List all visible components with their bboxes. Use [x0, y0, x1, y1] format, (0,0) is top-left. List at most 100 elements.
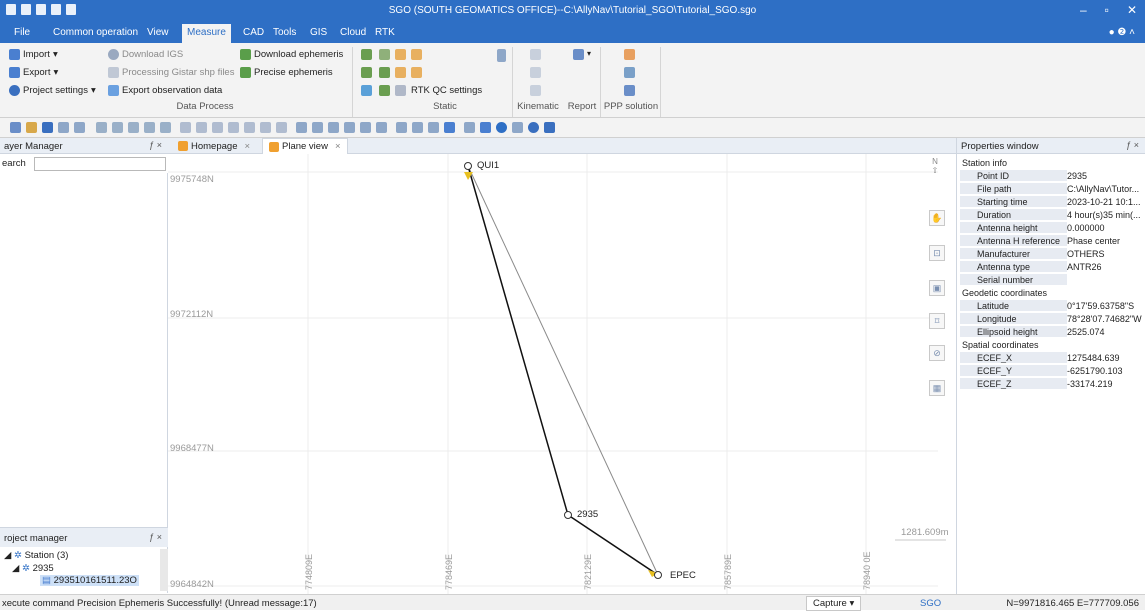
zoom-extent-icon[interactable] — [360, 122, 371, 133]
layer-icon[interactable] — [228, 122, 239, 133]
zoom-out-icon[interactable] — [328, 122, 339, 133]
pin-close-icon[interactable]: ƒ × — [149, 532, 162, 542]
menu-common-operation[interactable]: Common operation — [53, 27, 138, 38]
property-row[interactable]: Manufacturer OTHERS — [960, 248, 1145, 260]
settings-icon[interactable] — [528, 122, 539, 133]
layer-icon[interactable] — [212, 122, 223, 133]
project-settings-button[interactable]: Project settings ▾ — [9, 85, 96, 96]
frame-icon[interactable] — [376, 122, 387, 133]
static-tool-icon[interactable] — [411, 49, 422, 60]
export-icon[interactable] — [74, 122, 85, 133]
report-icon[interactable] — [573, 49, 584, 60]
view-icon[interactable] — [464, 122, 475, 133]
report-dropdown-icon[interactable]: ▾ — [587, 49, 591, 58]
tree-item-2935[interactable]: ◢ ✲ 2935 — [12, 563, 54, 574]
menu-cad[interactable]: CAD — [243, 27, 264, 38]
layer-icon[interactable] — [196, 122, 207, 133]
precise-ephemeris-button[interactable]: Precise ephemeris — [240, 67, 333, 78]
zoom-window-icon[interactable]: ⊡ — [929, 245, 945, 261]
static-tool-icon[interactable] — [411, 67, 422, 78]
static-tool-icon[interactable] — [379, 85, 390, 96]
help-icon[interactable]: ● ❷ ˄ — [1109, 27, 1135, 38]
baseline-qui1-2935[interactable] — [467, 165, 569, 516]
select-icon[interactable] — [96, 122, 107, 133]
minimize-button[interactable]: – — [1080, 3, 1087, 17]
tool-icon[interactable] — [128, 122, 139, 133]
frame-icon[interactable]: ⌑ — [929, 313, 945, 329]
layer-icon[interactable] — [260, 122, 271, 133]
download-ephemeris-button[interactable]: Download ephemeris — [240, 49, 343, 60]
property-row[interactable]: ECEF_Z -33174.219 — [960, 378, 1145, 390]
station-marker-qui1[interactable] — [464, 162, 472, 170]
export-button[interactable]: Export ▾ — [9, 67, 58, 78]
redo-icon[interactable] — [412, 122, 423, 133]
property-row[interactable]: Starting time 2023-10-21 10:1... — [960, 196, 1145, 208]
table-icon[interactable] — [512, 122, 523, 133]
measure-icon[interactable] — [428, 122, 439, 133]
processing-gistar-button[interactable]: Processing Gistar shp files — [108, 67, 234, 78]
static-tool-icon[interactable] — [379, 49, 390, 60]
menu-view[interactable]: View — [147, 27, 169, 38]
ppp-tool-icon[interactable] — [624, 67, 635, 78]
static-tool-icon[interactable] — [395, 67, 406, 78]
menu-rtk[interactable]: RTK — [375, 27, 395, 38]
property-row[interactable]: Point ID 2935 — [960, 170, 1145, 182]
property-row[interactable]: ECEF_Y -6251790.103 — [960, 365, 1145, 377]
menu-measure[interactable]: Measure — [182, 24, 231, 43]
zoom-window-icon[interactable] — [344, 122, 355, 133]
pin-close-icon[interactable]: ƒ × — [1126, 140, 1139, 150]
kinematic-tool-icon[interactable] — [530, 85, 541, 96]
info-icon[interactable] — [496, 122, 507, 133]
open-folder-icon[interactable] — [26, 122, 37, 133]
grid-icon[interactable] — [444, 122, 455, 133]
link-icon[interactable]: ⊘ — [929, 345, 945, 361]
ppp-tool-icon[interactable] — [624, 85, 635, 96]
plane-view-canvas[interactable]: 9975748N 9972112N 9968477N 9964842N 7748… — [168, 154, 956, 594]
rtk-qc-settings-button[interactable]: RTK QC settings — [411, 85, 482, 96]
kinematic-tool-icon[interactable] — [530, 49, 541, 60]
kinematic-tool-icon[interactable] — [530, 67, 541, 78]
download-igs-button[interactable]: Download IGS — [108, 49, 183, 60]
new-file-icon[interactable] — [10, 122, 21, 133]
search-input[interactable] — [34, 157, 166, 171]
tree-scrollbar[interactable] — [160, 549, 168, 591]
tab-plane-view[interactable]: Plane view × — [262, 138, 348, 154]
close-icon[interactable]: × — [335, 141, 341, 152]
layer-icon[interactable] — [276, 122, 287, 133]
satellite-icon[interactable] — [544, 122, 555, 133]
static-tool-icon[interactable] — [395, 85, 406, 96]
baseline-qui1-epec[interactable] — [467, 165, 659, 576]
menu-file[interactable]: File — [14, 27, 30, 38]
menu-cloud[interactable]: Cloud — [340, 27, 366, 38]
tool-icon[interactable] — [112, 122, 123, 133]
tab-homepage[interactable]: Homepage × — [172, 138, 256, 154]
static-panel-icon[interactable] — [497, 49, 506, 62]
ppp-tool-icon[interactable] — [624, 49, 635, 60]
property-row[interactable]: Antenna height 0.000000 — [960, 222, 1145, 234]
tree-item-station[interactable]: ◢ ✲ Station (3) — [4, 550, 68, 561]
import-button[interactable]: Import ▾ — [9, 49, 58, 60]
property-row[interactable]: Longitude 78°28'07.74682"W — [960, 313, 1145, 325]
capture-dropdown[interactable]: Capture ▾ — [806, 596, 862, 611]
static-tool-icon[interactable] — [379, 67, 390, 78]
refresh-icon[interactable] — [296, 122, 307, 133]
pin-close-icon[interactable]: ƒ × — [149, 140, 162, 150]
layer-list[interactable] — [0, 173, 168, 527]
menu-tools[interactable]: Tools — [273, 27, 296, 38]
menu-gis[interactable]: GIS — [310, 27, 327, 38]
layer-icon[interactable] — [244, 122, 255, 133]
close-icon[interactable]: × — [244, 141, 250, 152]
property-row[interactable]: Ellipsoid height 2525.074 — [960, 326, 1145, 338]
tool-icon[interactable] — [144, 122, 155, 133]
static-tool-icon[interactable] — [361, 85, 372, 96]
static-tool-icon[interactable] — [361, 67, 372, 78]
close-button[interactable]: ✕ — [1127, 3, 1137, 17]
print-icon[interactable] — [58, 122, 69, 133]
station-marker-2935[interactable] — [564, 511, 572, 519]
save-icon[interactable] — [42, 122, 53, 133]
property-row[interactable]: Duration 4 hour(s)35 min(... — [960, 209, 1145, 221]
property-row[interactable]: Serial number — [960, 274, 1145, 286]
property-row[interactable]: File path C:\AllyNav\Tutor... — [960, 183, 1145, 195]
station-marker-epec[interactable] — [654, 571, 662, 579]
property-row[interactable]: Antenna H reference Phase center — [960, 235, 1145, 247]
